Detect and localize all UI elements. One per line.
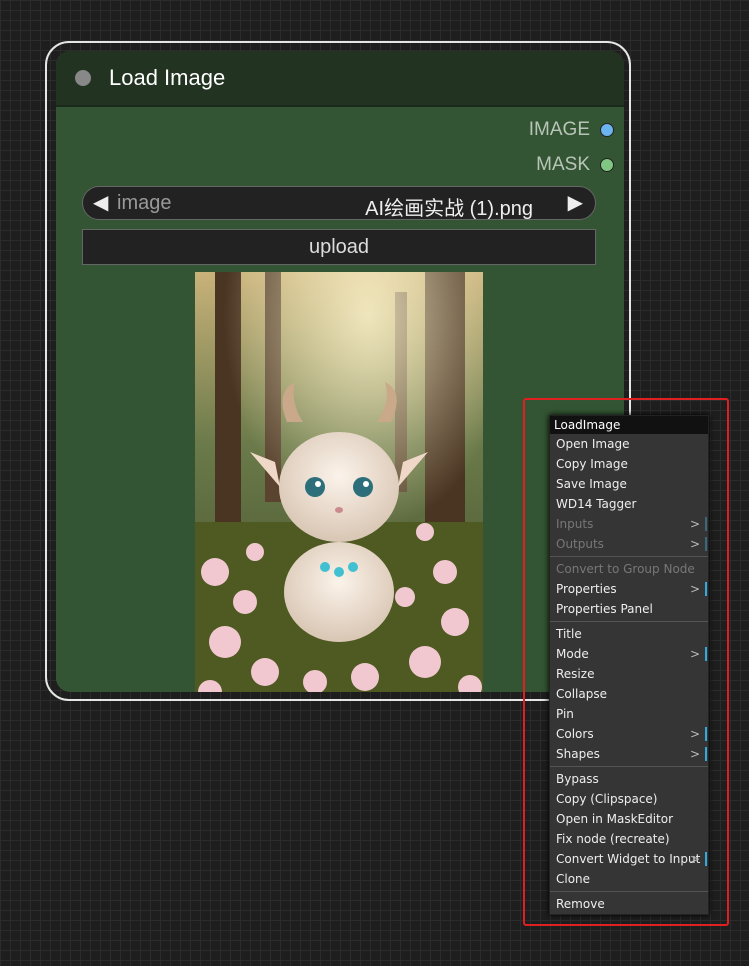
node-header[interactable]: Load Image bbox=[56, 51, 624, 107]
image-combo-label: image bbox=[117, 192, 172, 214]
triangle-left-icon[interactable]: ◀ bbox=[93, 190, 108, 215]
highlight-box bbox=[523, 398, 729, 926]
image-combo-value: AI绘画实战 (1).png bbox=[365, 198, 533, 220]
triangle-right-icon[interactable]: ▶ bbox=[568, 190, 583, 215]
output-image-label: IMAGE bbox=[528, 119, 590, 140]
image-combo-widget[interactable]: ◀ image AI绘画实战 (1).png ▶ bbox=[82, 186, 596, 220]
output-image[interactable]: IMAGE bbox=[529, 119, 614, 141]
upload-button[interactable]: upload bbox=[82, 229, 596, 265]
output-mask-label: MASK bbox=[536, 154, 590, 175]
output-mask[interactable]: MASK bbox=[536, 154, 614, 176]
output-image-slot[interactable] bbox=[600, 123, 614, 137]
image-preview bbox=[195, 272, 483, 692]
node-collapse-dot[interactable] bbox=[75, 70, 91, 86]
node-title: Load Image bbox=[109, 65, 226, 90]
output-mask-slot[interactable] bbox=[600, 158, 614, 172]
